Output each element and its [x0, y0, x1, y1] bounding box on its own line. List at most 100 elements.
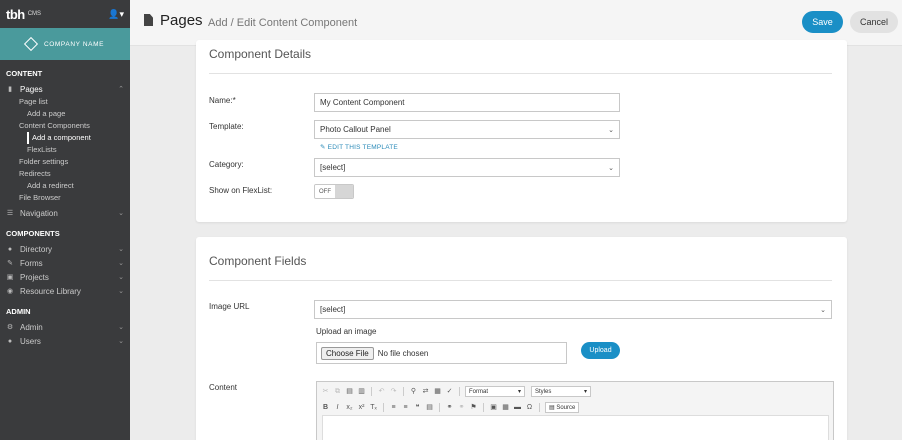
sidebar-item-label: Directory	[20, 244, 53, 254]
blockquote-icon[interactable]: ❝	[413, 403, 422, 412]
bold-icon[interactable]: B	[321, 403, 330, 412]
redo-icon[interactable]: ↷	[389, 387, 398, 396]
user-menu-icon[interactable]: 👤▾	[108, 9, 124, 20]
sidebar-item-resource-library[interactable]: ◉ Resource Library ⌄	[0, 284, 130, 298]
brand-icon	[23, 36, 39, 52]
toolbar-separator	[459, 387, 460, 396]
sidebar-item-add-page[interactable]: Add a page	[0, 108, 130, 120]
sidebar-item-projects[interactable]: ▣ Projects ⌄	[0, 270, 130, 284]
choose-file-button[interactable]: Choose File	[321, 346, 374, 360]
sidebar-item-label: Users	[20, 336, 41, 346]
save-button[interactable]: Save	[802, 11, 843, 33]
sidebar-item-directory[interactable]: ● Directory ⌄	[0, 242, 130, 256]
sidebar-item-label: Resource Library	[20, 286, 81, 296]
chevron-down-icon: ⌄	[118, 288, 124, 295]
subscript-icon[interactable]: x₂	[345, 403, 354, 412]
numbered-list-icon[interactable]: ≡	[389, 403, 398, 412]
find-icon[interactable]: ⚲	[409, 387, 418, 396]
template-value: Photo Callout Panel	[320, 125, 391, 134]
image-url-select[interactable]: [select] ⌄	[314, 300, 832, 319]
cut-icon[interactable]: ✂	[321, 387, 330, 396]
source-button[interactable]: ▤ Source	[545, 402, 580, 413]
editor-toolbar-row-2: B I x₂ x² Tₓ ≡ ≡ ❝ ▤ ⚭ ⚭ ⚑ ▣ ▦ ▬ Ω ▤ Sou…	[317, 400, 833, 415]
name-field[interactable]: My Content Component	[314, 93, 620, 112]
name-label: Name:*	[209, 96, 236, 105]
sidebar-item-label: Forms	[20, 258, 43, 268]
sidebar-item-content-components[interactable]: Content Components	[0, 120, 130, 132]
file-input[interactable]: Choose File No file chosen	[316, 342, 567, 364]
no-file-text: No file chosen	[377, 348, 429, 358]
info-icon: ◉	[6, 288, 14, 295]
styles-dropdown[interactable]: Styles ▾	[531, 386, 591, 397]
sidebar-item-label: Admin	[20, 322, 43, 332]
copy-icon[interactable]: ⧉	[333, 387, 342, 396]
sidebar-item-forms[interactable]: ✎ Forms ⌄	[0, 256, 130, 270]
users-icon: ●	[7, 245, 13, 253]
editor-content-area[interactable]	[322, 415, 829, 440]
remove-format-icon[interactable]: Tₓ	[369, 403, 378, 412]
sidebar-item-navigation[interactable]: ☰ Navigation ⌄	[0, 206, 130, 220]
template-select[interactable]: Photo Callout Panel ⌄	[314, 120, 620, 139]
undo-icon[interactable]: ↶	[377, 387, 386, 396]
component-fields-card: Component Fields Image URL [select] ⌄ Up…	[196, 237, 847, 440]
flexlist-toggle[interactable]: OFF	[314, 184, 354, 199]
special-char-icon[interactable]: Ω	[525, 403, 534, 412]
content-label: Content	[209, 383, 238, 392]
section-title: Component Details	[209, 47, 312, 61]
italic-icon[interactable]: I	[333, 403, 342, 412]
projects-icon: ▣	[6, 274, 14, 281]
paste-text-icon[interactable]: ▥	[357, 387, 366, 396]
div-icon[interactable]: ▤	[425, 403, 434, 412]
styles-label: Styles	[535, 388, 552, 395]
sidebar-item-page-list[interactable]: Page list	[0, 96, 130, 108]
sidebar-item-flexlists[interactable]: FlexLists	[0, 144, 130, 156]
gear-icon: ⚙	[6, 324, 14, 331]
sidebar-item-redirects[interactable]: Redirects	[0, 168, 130, 180]
section-title: Component Fields	[209, 254, 307, 268]
app-logo[interactable]: tbh CMS	[6, 7, 41, 22]
replace-icon[interactable]: ⇄	[421, 387, 430, 396]
toggle-state: OFF	[315, 185, 335, 198]
page-icon: ▮	[8, 86, 12, 93]
sidebar-item-add-redirect[interactable]: Add a redirect	[0, 180, 130, 192]
select-all-icon[interactable]: ▦	[433, 387, 442, 396]
chevron-down-icon: ▾	[583, 389, 587, 395]
image-icon[interactable]: ▣	[489, 403, 498, 412]
toggle-knob	[335, 185, 353, 198]
sidebar-item-admin[interactable]: ⚙ Admin ⌄	[0, 320, 130, 334]
category-select[interactable]: [select] ⌄	[314, 158, 620, 177]
toolbar-separator	[383, 403, 384, 412]
paste-icon[interactable]: ▤	[345, 387, 354, 396]
unlink-icon[interactable]: ⚭	[457, 403, 466, 412]
format-dropdown[interactable]: Format ▾	[465, 386, 525, 397]
cancel-button[interactable]: Cancel	[850, 11, 898, 33]
sidebar-item-folder-settings[interactable]: Folder settings	[0, 156, 130, 168]
superscript-icon[interactable]: x²	[357, 403, 366, 412]
chevron-down-icon: ⌄	[820, 306, 826, 314]
horizontal-line-icon[interactable]: ▬	[513, 403, 522, 412]
category-label: Category:	[209, 160, 244, 169]
spellcheck-icon[interactable]: ✓	[445, 387, 454, 396]
sidebar-item-add-component[interactable]: Add a component	[27, 132, 130, 144]
chevron-down-icon: ⌄	[118, 260, 124, 267]
menu-icon: ☰	[6, 210, 14, 217]
sidebar-item-users[interactable]: ● Users ⌄	[0, 334, 130, 348]
sidebar-item-pages[interactable]: ▮ Pages ⌃	[0, 82, 130, 96]
link-icon[interactable]: ⚭	[445, 403, 454, 412]
anchor-icon[interactable]: ⚑	[469, 403, 478, 412]
table-icon[interactable]: ▦	[501, 403, 510, 412]
name-value: My Content Component	[320, 98, 405, 107]
component-details-card: Component Details Name:* My Content Comp…	[196, 40, 847, 222]
edit-template-link[interactable]: ✎ EDIT THIS TEMPLATE	[320, 143, 398, 151]
toolbar-separator	[539, 403, 540, 412]
admin-heading: ADMIN	[6, 307, 31, 316]
toolbar-separator	[403, 387, 404, 396]
image-url-value: [select]	[320, 305, 346, 314]
divider	[209, 280, 832, 281]
chevron-up-icon: ⌃	[118, 86, 124, 93]
sidebar-item-file-browser[interactable]: File Browser	[0, 192, 130, 204]
upload-button[interactable]: Upload	[581, 342, 620, 359]
sidebar-item-label: Navigation	[20, 208, 58, 218]
category-value: [select]	[320, 163, 346, 172]
bulleted-list-icon[interactable]: ≡	[401, 403, 410, 412]
